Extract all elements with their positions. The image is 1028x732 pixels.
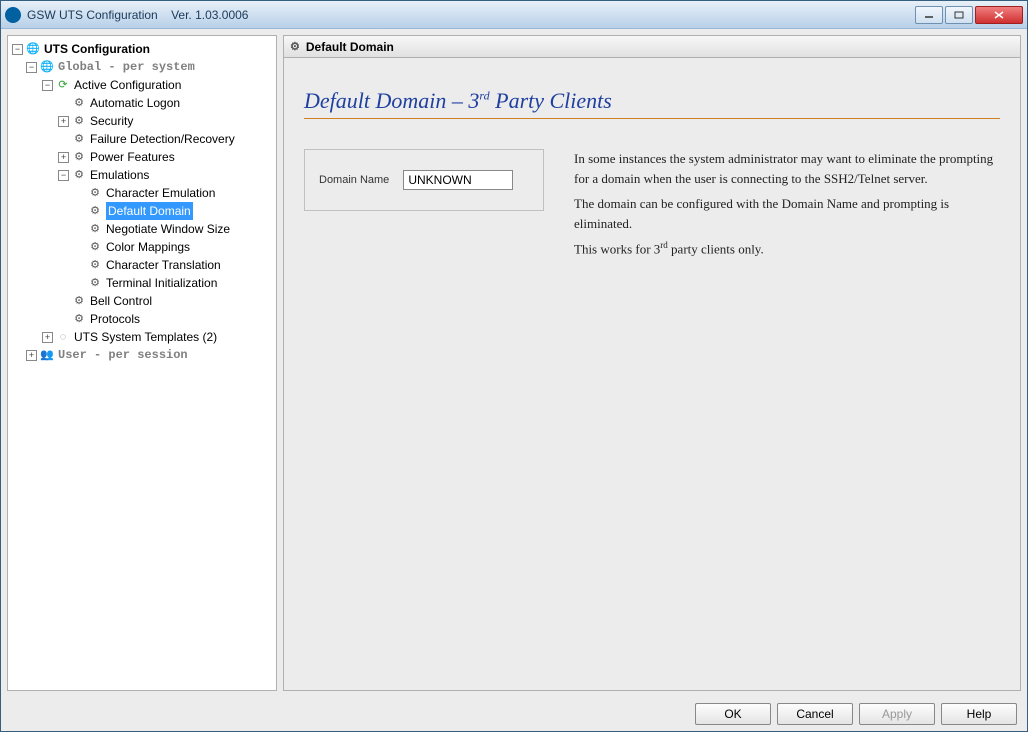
tree-label: Color Mappings (106, 238, 190, 256)
globe-icon: 🌐 (40, 60, 54, 74)
tree-label: Character Emulation (106, 184, 215, 202)
maximize-icon (954, 11, 964, 19)
gear-icon: ⚙ (88, 276, 102, 290)
tree-label: Protocols (90, 310, 140, 328)
app-title: GSW UTS Configuration Ver. 1.03.0006 (27, 8, 248, 22)
gear-icon: ⚙ (88, 258, 102, 272)
tree-active-config[interactable]: − ⟳ Active Configuration (10, 76, 274, 94)
apply-button[interactable]: Apply (859, 703, 935, 725)
domain-name-label: Domain Name (319, 174, 389, 186)
gear-icon: ⚙ (88, 240, 102, 254)
tree-label: User - per session (58, 346, 188, 364)
config-tree[interactable]: − 🌐 UTS Configuration − 🌐 Global - per s… (10, 40, 274, 364)
content-area: − 🌐 UTS Configuration − 🌐 Global - per s… (1, 29, 1027, 697)
tree-color-mappings[interactable]: ⚙ Color Mappings (10, 238, 274, 256)
gear-icon: ⚙ (88, 222, 102, 236)
button-bar: OK Cancel Apply Help (1, 697, 1027, 731)
tree-failure-detection[interactable]: ⚙ Failure Detection/Recovery (10, 130, 274, 148)
main-panel: ⚙ Default Domain Default Domain – 3rd Pa… (283, 35, 1021, 691)
panel-header-title: Default Domain (306, 40, 394, 54)
page-title: Default Domain – 3rd Party Clients (304, 88, 1000, 119)
gear-icon: ⚙ (72, 132, 86, 146)
minimize-icon (924, 11, 934, 19)
tree-label: Negotiate Window Size (106, 220, 230, 238)
gear-icon: ⚙ (72, 294, 86, 308)
expand-icon[interactable]: + (26, 350, 37, 361)
expand-icon[interactable]: + (58, 152, 69, 163)
tree-label: Character Translation (106, 256, 221, 274)
templates-icon: ◌ (56, 330, 70, 344)
tree-emulations[interactable]: − ⚙ Emulations (10, 166, 274, 184)
domain-fieldgroup: Domain Name (304, 149, 544, 211)
tree-label: Automatic Logon (90, 94, 180, 112)
tree-protocols[interactable]: ⚙ Protocols (10, 310, 274, 328)
gear-icon: ⚙ (290, 40, 300, 53)
tree-user[interactable]: + 👥 User - per session (10, 346, 274, 364)
globe-icon: 🌐 (26, 42, 40, 56)
tree-label: Bell Control (90, 292, 152, 310)
tree-label: Emulations (90, 166, 149, 184)
gear-icon: ⚙ (72, 168, 86, 182)
tree-uts-templates[interactable]: + ◌ UTS System Templates (2) (10, 328, 274, 346)
description-text: In some instances the system administrat… (574, 149, 1000, 265)
tree-label: UTS System Templates (2) (74, 328, 217, 346)
expand-icon[interactable]: + (58, 116, 69, 127)
tree-terminal-initialization[interactable]: ⚙ Terminal Initialization (10, 274, 274, 292)
collapse-icon[interactable]: − (12, 44, 23, 55)
tree-character-emulation[interactable]: ⚙ Character Emulation (10, 184, 274, 202)
tree-label-selected: Default Domain (106, 202, 193, 220)
desc-paragraph: In some instances the system administrat… (574, 149, 1000, 188)
tree-panel[interactable]: − 🌐 UTS Configuration − 🌐 Global - per s… (7, 35, 277, 691)
ok-button[interactable]: OK (695, 703, 771, 725)
app-icon (5, 7, 21, 23)
close-button[interactable] (975, 6, 1023, 24)
users-icon: 👥 (40, 348, 54, 362)
gear-icon: ⚙ (88, 204, 102, 218)
cancel-button[interactable]: Cancel (777, 703, 853, 725)
panel-header: ⚙ Default Domain (284, 36, 1020, 58)
tree-character-translation[interactable]: ⚙ Character Translation (10, 256, 274, 274)
tree-negotiate-window-size[interactable]: ⚙ Negotiate Window Size (10, 220, 274, 238)
gear-icon: ⚙ (72, 150, 86, 164)
gear-icon: ⚙ (72, 96, 86, 110)
tree-security[interactable]: + ⚙ Security (10, 112, 274, 130)
tree-label: Global - per system (58, 58, 195, 76)
tree-global[interactable]: − 🌐 Global - per system (10, 58, 274, 76)
gear-icon: ⚙ (72, 312, 86, 326)
tree-label: Failure Detection/Recovery (90, 130, 235, 148)
collapse-icon[interactable]: − (58, 170, 69, 181)
domain-name-input[interactable] (403, 170, 513, 190)
collapse-icon[interactable]: − (42, 80, 53, 91)
tree-power-features[interactable]: + ⚙ Power Features (10, 148, 274, 166)
tree-bell-control[interactable]: ⚙ Bell Control (10, 292, 274, 310)
tree-label: UTS Configuration (44, 40, 150, 58)
tree-label: Power Features (90, 148, 175, 166)
gear-icon: ⚙ (72, 114, 86, 128)
tree-label: Terminal Initialization (106, 274, 217, 292)
tree-root[interactable]: − 🌐 UTS Configuration (10, 40, 274, 58)
expand-icon[interactable]: + (42, 332, 53, 343)
app-window: GSW UTS Configuration Ver. 1.03.0006 − 🌐 (0, 0, 1028, 732)
refresh-icon: ⟳ (56, 78, 70, 92)
tree-label: Active Configuration (74, 76, 181, 94)
panel-body: Default Domain – 3rd Party Clients Domai… (284, 58, 1020, 690)
close-icon (993, 10, 1005, 20)
tree-default-domain[interactable]: ⚙ Default Domain (10, 202, 274, 220)
gear-icon: ⚙ (88, 186, 102, 200)
minimize-button[interactable] (915, 6, 943, 24)
desc-paragraph: This works for 3rd party clients only. (574, 239, 1000, 259)
collapse-icon[interactable]: − (26, 62, 37, 73)
tree-automatic-logon[interactable]: ⚙ Automatic Logon (10, 94, 274, 112)
titlebar[interactable]: GSW UTS Configuration Ver. 1.03.0006 (1, 1, 1027, 29)
help-button[interactable]: Help (941, 703, 1017, 725)
desc-paragraph: The domain can be configured with the Do… (574, 194, 1000, 233)
tree-label: Security (90, 112, 133, 130)
maximize-button[interactable] (945, 6, 973, 24)
